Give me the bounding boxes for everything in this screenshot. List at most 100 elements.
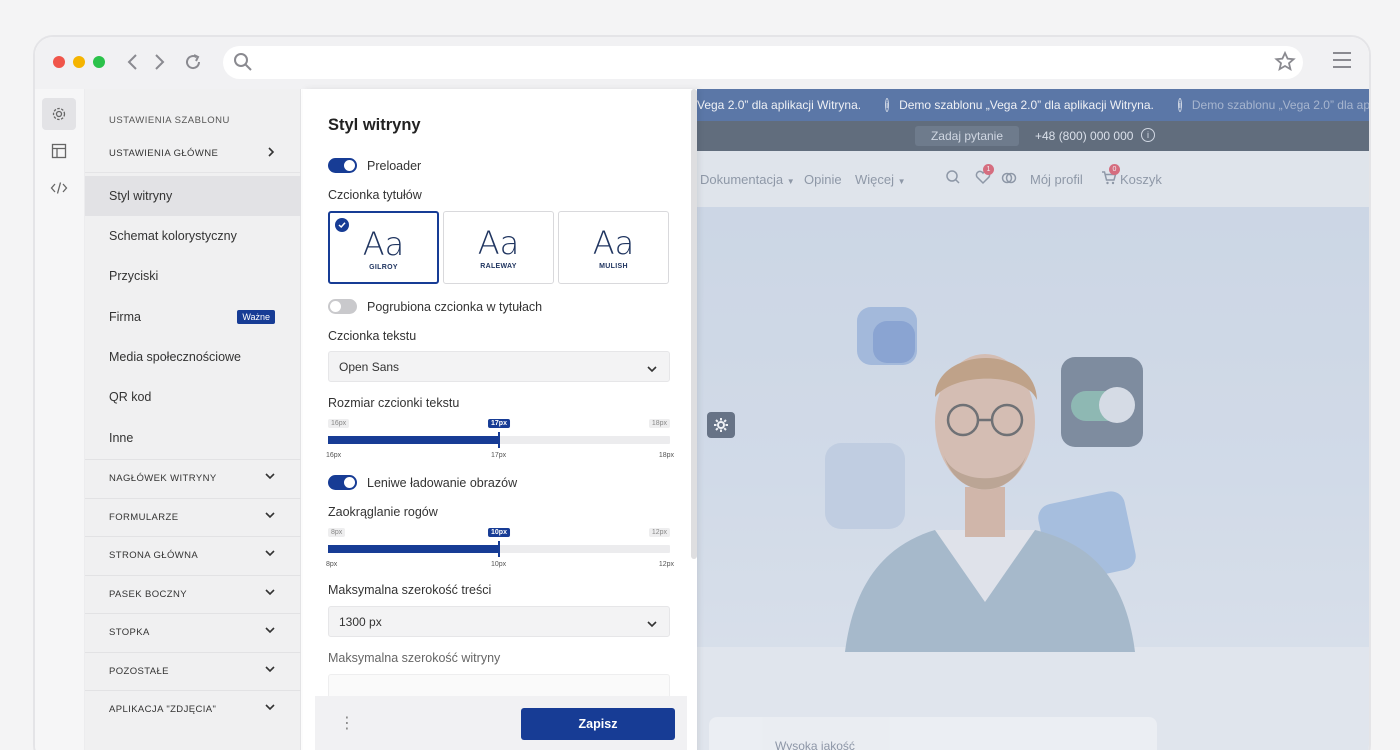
chevron-down-icon bbox=[265, 626, 275, 637]
chevron-down-icon bbox=[647, 362, 657, 376]
font-option-raleway[interactable]: Aa RALEWAY bbox=[443, 211, 554, 284]
font-size-label: Rozmiar czcionki tekstu bbox=[328, 396, 460, 410]
section-home-page[interactable]: STRONA GŁÓWNA bbox=[85, 536, 301, 575]
menu-item-social-media[interactable]: Media społecznościowe bbox=[85, 337, 301, 377]
site-preview: „Vega 2.0” dla aplikacji Witryna. i Demo… bbox=[697, 89, 1369, 750]
chevron-down-icon bbox=[265, 511, 275, 522]
editor-icon-rail bbox=[35, 89, 85, 750]
section-site-header[interactable]: NAGŁÓWEK WITRYNY bbox=[85, 459, 301, 498]
slider-thumb[interactable] bbox=[498, 432, 500, 448]
reload-icon[interactable] bbox=[181, 50, 205, 74]
text-font-label: Czcionka tekstu bbox=[328, 329, 417, 343]
overlay bbox=[697, 89, 1369, 750]
text-font-value: Open Sans bbox=[339, 359, 400, 374]
panel-scrollbar[interactable] bbox=[691, 89, 697, 559]
section-other[interactable]: POZOSTAŁE bbox=[85, 651, 301, 691]
address-bar[interactable] bbox=[223, 46, 1303, 79]
content-width-select[interactable]: 1300 px bbox=[328, 606, 670, 637]
bold-titles-label: Pogrubiona czcionka w tytułach bbox=[367, 300, 543, 314]
content-width-label: Maksymalna szerokość treści bbox=[328, 583, 492, 597]
font-option-gilroy[interactable]: Aa GILROY bbox=[328, 211, 439, 284]
slider-max: 12px bbox=[648, 528, 670, 537]
slider-track[interactable] bbox=[328, 541, 670, 557]
menu-item-label: Media społecznościowe bbox=[109, 350, 242, 364]
panel-footer: ⋮ Zapisz bbox=[315, 696, 687, 750]
slider-fill bbox=[328, 545, 499, 553]
main-settings-label: USTAWIENIA GŁÓWNE bbox=[109, 148, 219, 159]
slider-thumb[interactable] bbox=[498, 541, 500, 557]
site-style-panel: Styl witryny Preloader Czcionka tytułów … bbox=[303, 89, 697, 750]
gear-icon[interactable] bbox=[42, 98, 76, 130]
menu-item-color-scheme[interactable]: Schemat kolorystyczny bbox=[85, 216, 301, 256]
chevron-down-icon bbox=[647, 617, 657, 631]
menu-item-qr-code[interactable]: QR kod bbox=[85, 377, 301, 417]
chevron-down-icon bbox=[265, 588, 275, 599]
slider-min: 16px bbox=[328, 419, 350, 428]
text-font-select[interactable]: Open Sans bbox=[328, 351, 670, 382]
maximize-window-button[interactable] bbox=[93, 56, 105, 68]
minimize-window-button[interactable] bbox=[73, 56, 85, 68]
menu-item-other[interactable]: Inne bbox=[85, 418, 301, 458]
code-icon[interactable] bbox=[42, 172, 76, 204]
font-name: RALEWAY bbox=[480, 263, 517, 270]
tick-max: 12px bbox=[658, 561, 674, 568]
close-window-button[interactable] bbox=[53, 56, 65, 68]
menu-item-label: Przyciski bbox=[109, 269, 159, 283]
bookmark-star-icon[interactable] bbox=[1273, 50, 1297, 79]
menu-item-label: Firma bbox=[109, 310, 141, 324]
corner-radius-slider[interactable]: 8px 10px 12px 8px 10px 12px bbox=[326, 528, 674, 578]
section-sidebar[interactable]: PASEK BOCZNY bbox=[85, 574, 301, 614]
back-icon[interactable] bbox=[121, 50, 145, 74]
font-option-mulish[interactable]: Aa MULISH bbox=[558, 211, 669, 284]
page-content: „Vega 2.0” dla aplikacji Witryna. i Demo… bbox=[35, 89, 1369, 750]
section-label: NAGŁÓWEK WITRYNY bbox=[109, 473, 217, 485]
font-name: MULISH bbox=[599, 263, 628, 270]
slider-min: 8px bbox=[328, 528, 346, 537]
section-label: PASEK BOCZNY bbox=[109, 588, 188, 600]
bold-titles-toggle[interactable] bbox=[328, 299, 357, 314]
save-button[interactable]: Zapisz bbox=[521, 708, 675, 740]
section-forms[interactable]: FORMULARZE bbox=[85, 497, 301, 537]
chevron-down-icon bbox=[265, 549, 275, 560]
slider-max: 18px bbox=[648, 419, 670, 428]
menu-item-buttons[interactable]: Przyciski bbox=[85, 256, 301, 296]
browser-titlebar bbox=[35, 37, 1369, 89]
font-size-slider[interactable]: 16px 17px 18px 16px 17px 18px bbox=[326, 419, 674, 469]
tick-min: 8px bbox=[326, 561, 338, 568]
chevron-down-icon bbox=[265, 703, 275, 714]
main-settings-group[interactable]: USTAWIENIA GŁÓWNE bbox=[85, 135, 301, 173]
font-sample: Aa bbox=[592, 224, 635, 262]
menu-item-label: Styl witryny bbox=[109, 189, 173, 203]
tick-current: 17px bbox=[491, 452, 507, 459]
slider-current: 17px bbox=[488, 419, 510, 428]
section-photos-app[interactable]: APLIKACJA "ZDJĘCIA" bbox=[85, 690, 301, 729]
important-badge: Ważne bbox=[237, 310, 275, 324]
chevron-right-icon bbox=[267, 147, 275, 160]
section-label: APLIKACJA "ZDJĘCIA" bbox=[109, 704, 217, 716]
section-label: STRONA GŁÓWNA bbox=[109, 550, 199, 562]
section-label: STOPKA bbox=[109, 627, 150, 639]
menu-item-label: Schemat kolorystyczny bbox=[109, 229, 237, 243]
section-footer[interactable]: STOPKA bbox=[85, 613, 301, 652]
slider-track[interactable] bbox=[328, 432, 670, 448]
chevron-down-icon bbox=[265, 665, 275, 676]
menu-item-company[interactable]: Firma Ważne bbox=[85, 297, 301, 337]
forward-icon[interactable] bbox=[147, 50, 171, 74]
search-icon bbox=[231, 50, 255, 79]
tick-max: 18px bbox=[658, 452, 674, 459]
tick-current: 10px bbox=[491, 561, 507, 568]
layout-icon[interactable] bbox=[42, 135, 76, 167]
slider-fill bbox=[328, 436, 499, 444]
lazy-load-toggle[interactable] bbox=[328, 475, 357, 490]
preloader-label: Preloader bbox=[367, 159, 422, 173]
menu-item-site-style[interactable]: Styl witryny bbox=[85, 176, 301, 216]
font-sample: Aa bbox=[477, 224, 520, 262]
slider-current: 10px bbox=[488, 528, 510, 537]
template-settings-menu: USTAWIENIA SZABLONU USTAWIENIA GŁÓWNE St… bbox=[85, 89, 301, 750]
font-sample: Aa bbox=[362, 225, 405, 263]
preloader-toggle[interactable] bbox=[328, 158, 357, 173]
more-options-icon[interactable]: ⋮ bbox=[339, 716, 355, 732]
settings-heading: USTAWIENIA SZABLONU bbox=[109, 115, 230, 126]
section-label: POZOSTAŁE bbox=[109, 665, 169, 677]
browser-menu-icon[interactable] bbox=[1331, 50, 1353, 75]
